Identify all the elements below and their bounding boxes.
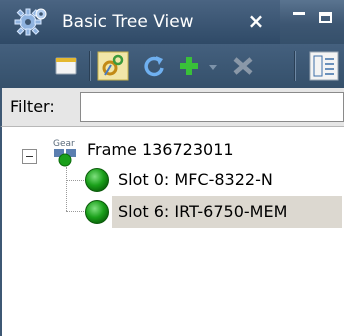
toolbar	[0, 44, 344, 88]
minimize-button[interactable]	[293, 12, 305, 15]
add-icon[interactable]	[176, 52, 202, 80]
tree-connector	[66, 167, 67, 211]
device-icon[interactable]	[52, 52, 80, 80]
tree-node-label: Slot 6: IRT-6750-MEM	[118, 202, 288, 221]
refresh-icon[interactable]	[140, 52, 168, 80]
collapse-toggle[interactable]	[22, 149, 37, 164]
maximize-button[interactable]	[319, 12, 332, 23]
view-title: Basic Tree View	[62, 12, 194, 32]
dropdown-arrow-icon[interactable]	[206, 52, 220, 80]
frame-gear-icon: Gear	[53, 139, 76, 167]
status-ok-icon	[85, 168, 109, 192]
frame-node-label[interactable]: Frame 136723011	[87, 139, 234, 161]
tree-node-label: Slot 0: MFC-8322-N	[118, 170, 273, 189]
filter-bar: Filter:	[0, 88, 344, 126]
toolbar-separator	[294, 51, 296, 81]
tree-layout-icon[interactable]	[309, 51, 339, 81]
settings-icon[interactable]	[97, 51, 129, 81]
remove-icon[interactable]	[230, 52, 256, 80]
filter-input[interactable]	[80, 92, 344, 122]
view-tab[interactable]: Basic Tree View ×	[0, 0, 280, 44]
tree-node-slot-6[interactable]: Slot 6: IRT-6750-MEM	[82, 196, 342, 228]
title-bar: Basic Tree View ×	[0, 0, 344, 44]
frame-gear-text: Gear	[53, 139, 75, 149]
tree-node-slot-0[interactable]: Slot 0: MFC-8322-N	[82, 164, 342, 196]
close-tab-button[interactable]: ×	[243, 8, 269, 34]
filter-label: Filter:	[10, 97, 55, 116]
toolbar-separator	[89, 51, 91, 81]
gear-icon	[14, 8, 47, 36]
status-ok-icon	[85, 200, 109, 224]
